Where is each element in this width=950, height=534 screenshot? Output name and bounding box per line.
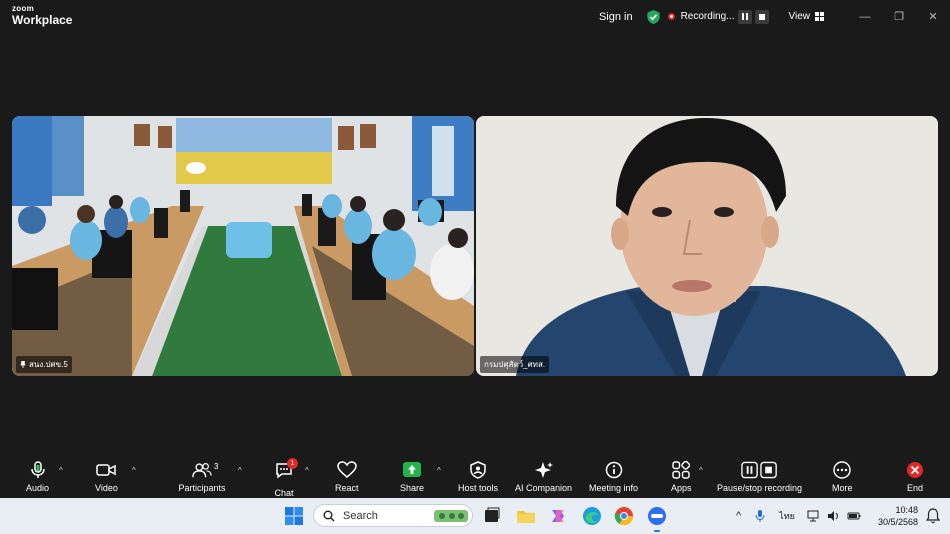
- share-screen-icon: [403, 462, 422, 477]
- ai-companion-label: AI Companion: [515, 483, 573, 493]
- sign-in-link[interactable]: Sign in: [599, 11, 633, 23]
- chat-options-caret[interactable]: ^: [305, 466, 309, 475]
- end-button[interactable]: End: [905, 461, 925, 493]
- pause-recording-button[interactable]: [737, 9, 752, 24]
- share-options-caret[interactable]: ^: [437, 466, 441, 475]
- video-button[interactable]: Video: [95, 461, 118, 493]
- more-button[interactable]: More: [832, 461, 853, 493]
- taskbar-search-box[interactable]: Search: [313, 504, 473, 527]
- language-indicator[interactable]: ไทย: [779, 509, 795, 523]
- search-icon: [323, 510, 335, 522]
- video-name-label-left: สนง.ปศข.5: [16, 356, 72, 373]
- share-label: Share: [400, 483, 425, 493]
- sparkle-icon: [534, 462, 553, 478]
- chat-unread-badge: 1: [287, 458, 298, 469]
- meeting-room-video-image: [12, 116, 474, 376]
- meeting-info-button[interactable]: Meeting info: [589, 461, 638, 493]
- grid-view-icon: [815, 12, 824, 21]
- tray-microphone-icon[interactable]: [755, 509, 765, 523]
- end-label: End: [906, 483, 923, 493]
- edge-browser-icon[interactable]: [582, 506, 602, 526]
- system-tray: ^ ไทย: [736, 498, 861, 534]
- zoom-active-indicator: [654, 530, 660, 532]
- recording-indicator: Recording...: [667, 9, 769, 24]
- host-shield-icon: [470, 461, 486, 479]
- end-x-icon: [907, 462, 923, 478]
- restore-button[interactable]: ❐: [882, 10, 916, 23]
- pause-stop-recording-button[interactable]: Pause/stop recording: [717, 461, 802, 493]
- audio-options-caret[interactable]: ^: [59, 466, 63, 475]
- host-tools-button[interactable]: Host tools: [458, 461, 498, 493]
- meeting-toolbar: Audio ^ Video ^ 3 Participants ^ 1 Chat …: [0, 456, 950, 498]
- notification-bell-icon[interactable]: [926, 508, 940, 524]
- video-name-right: กรมปศุสัตว์_ศทส.: [484, 360, 546, 369]
- participants-icon: [192, 463, 212, 478]
- pause-icon: [741, 13, 748, 20]
- chat-label: Chat: [274, 488, 294, 498]
- title-bar: zoom Workplace Sign in Recording... View…: [0, 0, 950, 33]
- close-button[interactable]: ✕: [916, 10, 950, 23]
- participant-video-image: [476, 116, 938, 376]
- search-highlight-icon: [434, 510, 468, 522]
- react-label: React: [335, 483, 359, 493]
- windows-start-icon[interactable]: [284, 506, 304, 526]
- stop-recording-button[interactable]: [754, 9, 769, 24]
- video-options-caret[interactable]: ^: [132, 466, 136, 475]
- clock-date: 30/5/2568: [877, 517, 918, 527]
- video-name-left: สนง.ปศข.5: [29, 360, 68, 369]
- video-tile-meeting-room[interactable]: สนง.ปศข.5: [12, 116, 474, 376]
- stop-icon: [758, 13, 765, 20]
- info-icon: [605, 461, 622, 479]
- clock-time: 10:48: [895, 505, 918, 515]
- pin-icon: [20, 361, 26, 368]
- participants-options-caret[interactable]: ^: [238, 466, 242, 475]
- video-tile-participant[interactable]: กรมปศุสัตว์_ศทส.: [476, 116, 938, 376]
- participants-count: 3: [214, 462, 219, 471]
- more-dots-icon: [833, 461, 851, 479]
- search-placeholder: Search: [343, 509, 378, 522]
- meeting-info-label: Meeting info: [589, 483, 639, 493]
- file-explorer-icon[interactable]: [516, 506, 536, 526]
- apps-button[interactable]: Apps: [671, 461, 692, 493]
- zoom-app-icon[interactable]: [647, 506, 667, 526]
- battery-icon[interactable]: [847, 510, 861, 522]
- view-label: View: [788, 11, 811, 22]
- taskbar-clock[interactable]: 10:48 30/5/2568: [878, 504, 918, 528]
- copilot-icon[interactable]: [548, 506, 568, 526]
- view-button[interactable]: View: [788, 11, 824, 22]
- react-button[interactable]: React: [335, 461, 359, 493]
- video-label: Video: [95, 483, 118, 493]
- volume-icon[interactable]: [827, 510, 841, 522]
- task-view-icon[interactable]: [482, 506, 502, 526]
- pause-stop-icon: [740, 461, 777, 479]
- ai-companion-button[interactable]: AI Companion: [515, 461, 572, 493]
- video-name-label-right: กรมปศุสัตว์_ศทส.: [480, 356, 550, 373]
- more-label: More: [832, 483, 853, 493]
- share-button[interactable]: Share: [400, 461, 424, 493]
- participants-label: Participants: [178, 483, 226, 493]
- shield-check-icon[interactable]: [646, 9, 660, 24]
- audio-label: Audio: [26, 483, 50, 493]
- windows-taskbar: Search ^ ไทย 10:48 30/5/2568: [0, 498, 950, 534]
- camera-icon: [96, 464, 117, 476]
- chat-button[interactable]: 1 Chat: [274, 458, 298, 498]
- recording-dot-icon: [667, 13, 675, 20]
- apps-icon: [672, 461, 691, 479]
- zoom-logo: zoom Workplace: [12, 4, 73, 27]
- participants-button[interactable]: 3 Participants: [178, 461, 226, 493]
- logo-zoom-text: zoom: [12, 4, 35, 13]
- logo-workplace-text: Workplace: [12, 13, 73, 27]
- apps-label: Apps: [671, 483, 692, 493]
- audio-button[interactable]: Audio: [26, 461, 49, 493]
- host-tools-label: Host tools: [458, 483, 499, 493]
- pause-stop-label: Pause/stop recording: [717, 483, 803, 493]
- network-icon[interactable]: [807, 510, 821, 522]
- microphone-icon: [30, 461, 45, 478]
- apps-options-caret[interactable]: ^: [699, 466, 703, 475]
- minimize-button[interactable]: —: [848, 11, 882, 23]
- heart-icon: [336, 461, 357, 478]
- recording-label: Recording...: [680, 11, 735, 22]
- chrome-browser-icon[interactable]: [614, 506, 634, 526]
- tray-chevron-up-icon[interactable]: ^: [736, 510, 741, 522]
